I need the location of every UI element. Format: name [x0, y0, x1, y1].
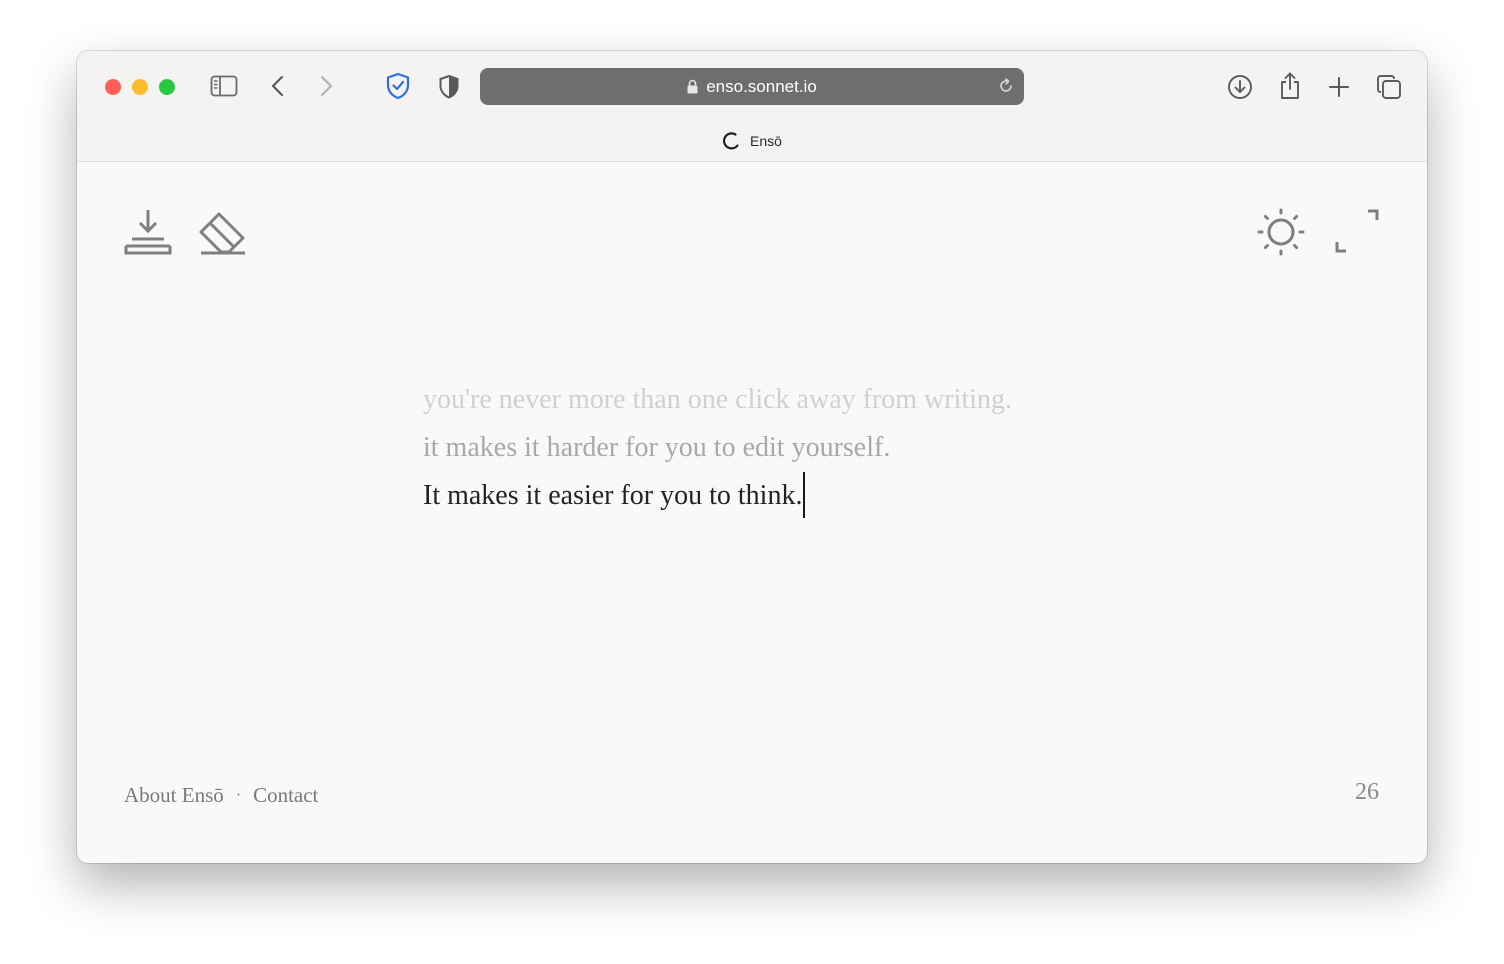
writing-area[interactable]: you're never more than one click away fr…: [423, 376, 1012, 520]
eraser-icon[interactable]: [199, 208, 247, 256]
current-line[interactable]: It makes it easier for you to think.: [423, 472, 1012, 520]
tab-title-text: Ensō: [750, 133, 782, 149]
browser-toolbar: enso.sonnet.io Ensō: [77, 51, 1427, 162]
footer-separator: ·: [235, 786, 242, 804]
word-count: 26: [1355, 779, 1379, 805]
share-icon[interactable]: [1278, 71, 1302, 101]
half-shield-icon[interactable]: [438, 74, 460, 100]
lock-icon: [687, 79, 698, 94]
address-text: enso.sonnet.io: [706, 76, 817, 96]
theme-sun-icon[interactable]: [1257, 208, 1305, 256]
zoom-window-button[interactable]: [159, 79, 175, 95]
text-cursor: [803, 472, 805, 518]
download-icon[interactable]: [1227, 74, 1253, 100]
current-line-text: It makes it easier for you to think.: [423, 480, 803, 511]
tab-title[interactable]: Ensō: [77, 131, 1427, 151]
footer: About Ensō · Contact: [124, 783, 318, 808]
enso-favicon-icon: [722, 131, 742, 151]
tabs-overview-icon[interactable]: [1376, 74, 1402, 100]
contact-link[interactable]: Contact: [253, 783, 318, 808]
reload-icon[interactable]: [997, 77, 1015, 95]
faded-line: you're never more than one click away fr…: [423, 384, 1012, 415]
address-bar[interactable]: enso.sonnet.io: [480, 68, 1024, 105]
back-icon[interactable]: [270, 75, 286, 97]
browser-window: enso.sonnet.io Ensō you're never more th…: [77, 51, 1427, 863]
fullscreen-icon[interactable]: [1334, 208, 1382, 256]
about-link[interactable]: About Ensō: [124, 783, 224, 808]
new-tab-icon[interactable]: [1328, 76, 1350, 98]
privacy-shield-icon[interactable]: [385, 72, 411, 100]
sidebar-icon[interactable]: [210, 75, 238, 97]
minimize-window-button[interactable]: [132, 79, 148, 95]
forward-icon[interactable]: [318, 75, 334, 97]
close-window-button[interactable]: [105, 79, 121, 95]
save-download-icon[interactable]: [124, 208, 172, 256]
previous-line: it makes it harder for you to edit yours…: [423, 432, 891, 463]
